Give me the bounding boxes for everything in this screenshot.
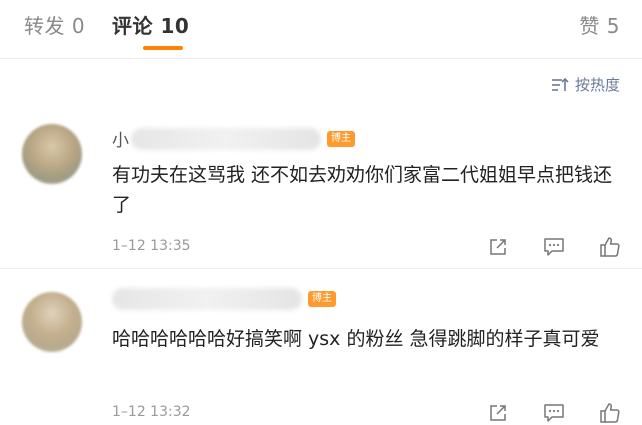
avatar[interactable] (22, 124, 82, 184)
sort-by-popularity-button[interactable]: 按热度 (551, 74, 620, 95)
like-button[interactable] (598, 235, 622, 259)
avatar[interactable] (22, 292, 82, 352)
comment-text: 哈哈哈哈哈哈好搞笑啊 ysx 的粉丝 急得跳脚的样子真可爱 (112, 328, 600, 350)
share-button[interactable] (486, 235, 510, 259)
like-button[interactable] (598, 401, 622, 425)
share-icon (490, 239, 506, 255)
comment-timestamp: 1–12 13:32 (112, 404, 191, 420)
sort-icon (551, 77, 569, 91)
comment-tabs: 转发 0 评论 10 赞 5 (0, 0, 642, 59)
blurred-username (131, 127, 321, 150)
comment-item: 小 博主 有功夫在这骂我 还不如去劝劝你们家富二代姐姐早点把钱还了 1–12 1… (0, 118, 642, 269)
reply-button[interactable] (542, 401, 566, 425)
active-tab-indicator (143, 46, 183, 50)
blurred-username (112, 288, 302, 310)
thumbs-up-icon (600, 237, 620, 257)
sort-label: 按热度 (574, 76, 620, 94)
comment-icon (544, 404, 564, 422)
username[interactable]: 小 (112, 126, 129, 151)
tab-repost[interactable]: 转发 0 (24, 10, 85, 39)
comment-author: 小 博主 (112, 126, 355, 151)
comment-text: 有功夫在这骂我 还不如去劝劝你们家富二代姐姐早点把钱还了 (112, 164, 613, 216)
comment-actions (486, 401, 622, 425)
comment-actions (486, 235, 622, 259)
author-badge: 博主 (308, 291, 336, 307)
share-icon (490, 405, 506, 421)
thumbs-up-icon (600, 403, 620, 423)
comment-item: 博主 哈哈哈哈哈哈好搞笑啊 ysx 的粉丝 急得跳脚的样子真可爱 1–12 13… (0, 268, 642, 423)
comment-timestamp: 1–12 13:35 (112, 238, 191, 254)
tab-comments[interactable]: 评论 10 (112, 10, 189, 39)
tab-likes[interactable]: 赞 5 (579, 10, 620, 39)
comment-author: 博主 (112, 288, 336, 310)
author-badge: 博主 (327, 130, 355, 147)
reply-button[interactable] (542, 235, 566, 259)
comment-icon (544, 238, 564, 256)
share-button[interactable] (486, 401, 510, 425)
